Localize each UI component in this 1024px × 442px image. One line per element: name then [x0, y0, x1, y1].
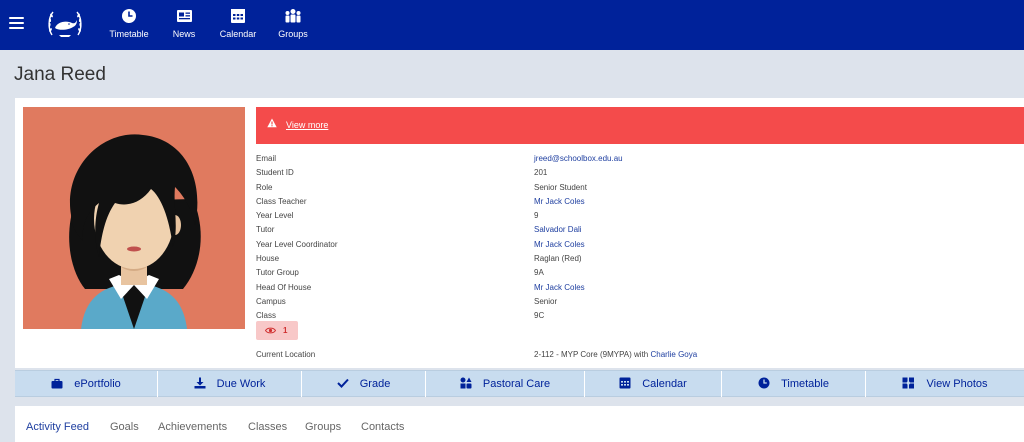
nav-label: Timetable	[109, 29, 149, 39]
tab-goals[interactable]: Goals	[110, 421, 139, 433]
news-icon	[176, 10, 192, 22]
detail-key: Year Level	[256, 211, 294, 221]
view-more-link[interactable]: View more	[286, 120, 328, 130]
pastoral-care-button[interactable]: Pastoral Care	[426, 371, 585, 397]
detail-value: Raglan (Red)	[534, 254, 582, 264]
eportfolio-button[interactable]: ePortfolio	[15, 371, 158, 397]
nav-label: News	[172, 29, 196, 39]
nav-label: Calendar	[219, 29, 257, 39]
action-label: Grade	[359, 378, 391, 391]
action-label: Timetable	[781, 378, 829, 391]
profile-tabs: Activity Feed Goals Achievements Classes…	[15, 406, 1024, 442]
hamburger-menu-icon[interactable]	[9, 17, 24, 30]
detail-row-tutor: Tutor Salvador Dali	[256, 223, 1024, 237]
detail-key: Tutor	[256, 225, 275, 235]
views-count: 1	[283, 326, 288, 335]
detail-key: Role	[256, 182, 273, 192]
email-link[interactable]: jreed@schoolbox.edu.au	[534, 152, 623, 166]
detail-value: 9C	[534, 311, 545, 321]
detail-key: Campus	[256, 296, 286, 306]
detail-row-role: Role Senior Student	[256, 181, 1024, 195]
tab-achievements[interactable]: Achievements	[158, 421, 227, 433]
tab-contacts[interactable]: Contacts	[361, 421, 404, 433]
grade-button[interactable]: Grade	[302, 371, 426, 397]
action-label: ePortfolio	[74, 378, 121, 391]
nav-calendar[interactable]: Calendar	[218, 8, 258, 46]
detail-key: Tutor Group	[256, 268, 299, 278]
detail-row-house: House Raglan (Red)	[256, 252, 1024, 266]
detail-key: Class Teacher	[256, 196, 307, 206]
detail-value: Senior Student	[534, 182, 587, 192]
shapes-icon	[460, 377, 472, 389]
school-logo[interactable]	[44, 4, 86, 46]
nav-timetable[interactable]: Timetable	[106, 8, 152, 46]
top-nav-bar: Timetable News Calendar Groups	[0, 0, 1024, 50]
groups-icon	[285, 9, 301, 23]
detail-row-year-level-coordinator: Year Level Coordinator Mr Jack Coles	[256, 238, 1024, 252]
detail-row-email: Email jreed@schoolbox.edu.au	[256, 152, 1024, 166]
timetable-button[interactable]: Timetable	[722, 371, 866, 397]
eye-icon	[265, 327, 276, 334]
detail-value: 201	[534, 168, 548, 178]
detail-row-student-id: Student ID 201	[256, 166, 1024, 180]
briefcase-icon	[51, 378, 63, 389]
clock-icon	[122, 9, 136, 23]
class-teacher-link[interactable]: Mr Jack Coles	[534, 195, 585, 209]
nav-groups[interactable]: Groups	[277, 8, 309, 46]
calendar-icon	[231, 9, 245, 23]
nav-news[interactable]: News	[169, 8, 199, 46]
location-text: 2-112 - MYP Core (9MYPA) with	[534, 350, 649, 359]
profile-details: Email jreed@schoolbox.edu.au Student ID …	[256, 152, 1024, 324]
detail-value: Senior	[534, 296, 558, 306]
action-label: Calendar	[642, 378, 687, 391]
detail-value: 9A	[534, 268, 544, 278]
photos-icon	[902, 377, 915, 389]
check-icon	[336, 378, 349, 389]
action-label: Due Work	[216, 378, 266, 391]
coordinator-link[interactable]: Mr Jack Coles	[534, 238, 585, 252]
detail-row-head-of-house: Head Of House Mr Jack Coles	[256, 281, 1024, 295]
view-photos-button[interactable]: View Photos	[866, 371, 1024, 397]
due-work-button[interactable]: Due Work	[158, 371, 302, 397]
alert-banner[interactable]: View more	[256, 107, 1024, 144]
action-bar: ePortfolio Due Work Grade Pastoral Care	[15, 370, 1024, 397]
action-label: View Photos	[926, 378, 988, 391]
nav-label: Groups	[278, 29, 308, 39]
detail-row-year-level: Year Level 9	[256, 209, 1024, 223]
action-label: Pastoral Care	[482, 378, 551, 391]
tutor-link[interactable]: Salvador Dali	[534, 223, 582, 237]
detail-row-class-teacher: Class Teacher Mr Jack Coles	[256, 195, 1024, 209]
views-badge[interactable]: 1	[256, 321, 298, 340]
detail-key: Email	[256, 154, 277, 163]
detail-row-tutor-group: Tutor Group 9A	[256, 266, 1024, 280]
calendar-button[interactable]: Calendar	[585, 371, 722, 397]
detail-row-campus: Campus Senior	[256, 295, 1024, 309]
detail-key: Student ID	[256, 168, 294, 178]
clock-icon	[758, 377, 770, 389]
tab-classes[interactable]: Classes	[248, 421, 287, 433]
tab-activity-feed[interactable]: Activity Feed	[26, 421, 89, 433]
detail-key: Current Location	[256, 350, 316, 359]
download-icon	[194, 377, 206, 389]
avatar	[23, 107, 245, 329]
detail-value: 9	[534, 211, 539, 221]
detail-key: House	[256, 254, 280, 264]
location-teacher-link[interactable]: Charlie Goya	[651, 350, 698, 359]
head-of-house-link[interactable]: Mr Jack Coles	[534, 281, 585, 295]
tab-groups[interactable]: Groups	[305, 421, 341, 433]
page-title: Jana Reed	[14, 64, 106, 85]
calendar-icon	[619, 377, 631, 389]
detail-key: Head Of House	[256, 282, 312, 292]
detail-key: Year Level Coordinator	[256, 239, 338, 249]
detail-row-class: Class 9C	[256, 309, 1024, 323]
warning-icon	[267, 118, 277, 128]
profile-card: View more Email jreed@schoolbox.edu.au S…	[15, 98, 1024, 368]
location-value: 2-112 - MYP Core (9MYPA) with Charlie Go…	[534, 350, 697, 359]
